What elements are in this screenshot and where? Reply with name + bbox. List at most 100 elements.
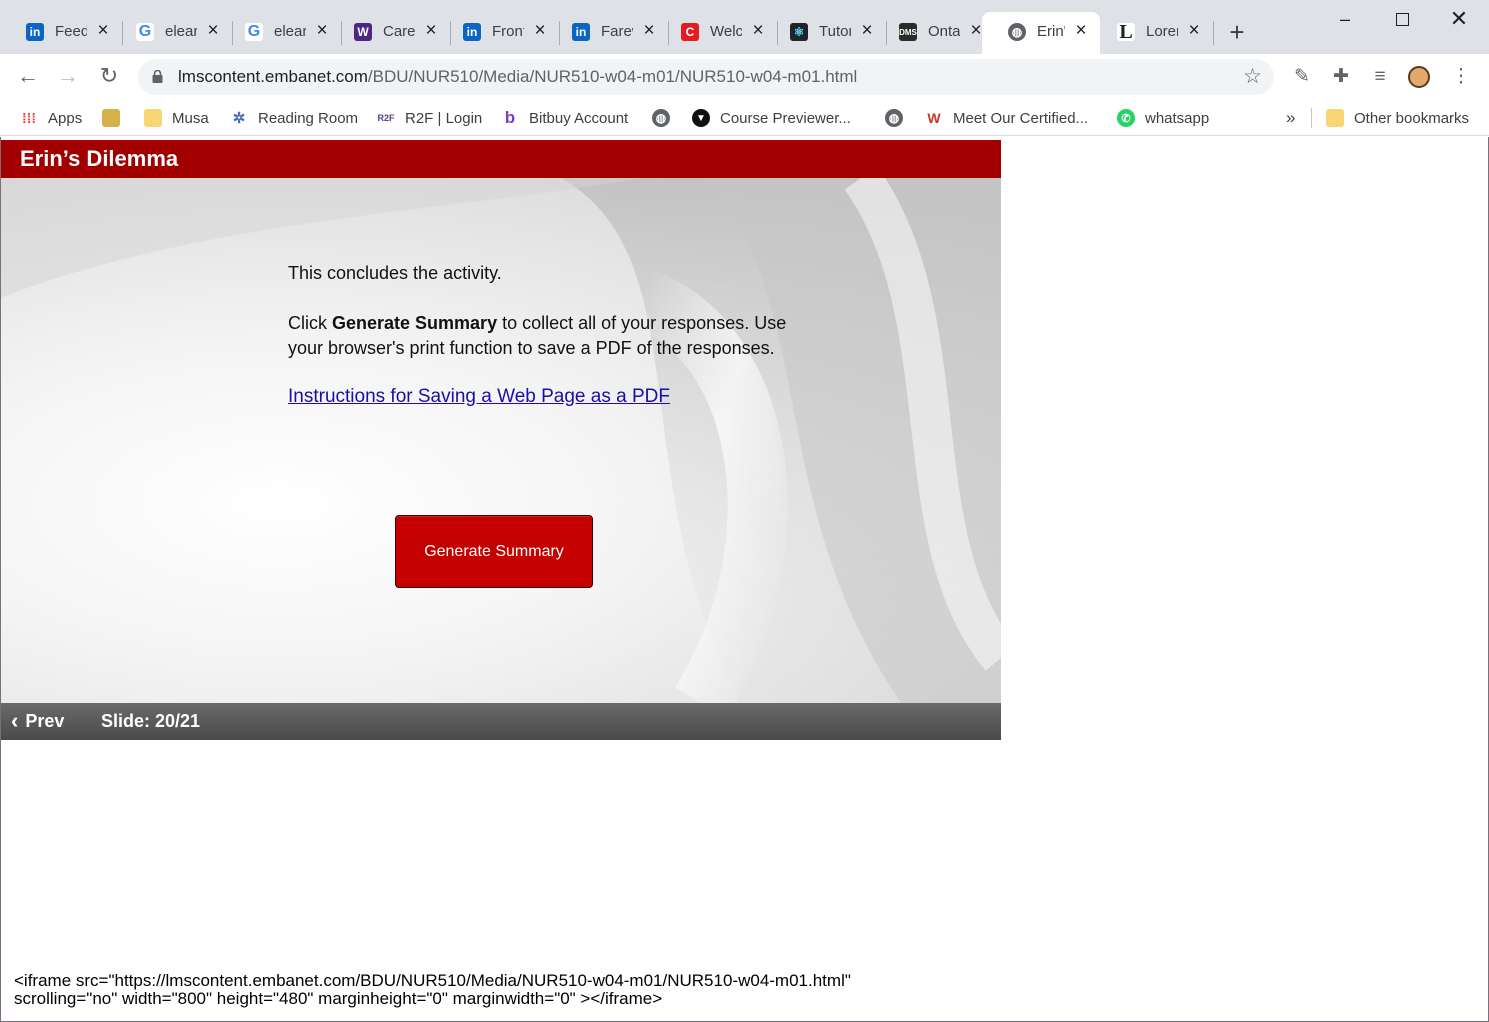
bookmark-label: Course Previewer... — [720, 109, 851, 127]
apps-grid-icon: ⁞⁞⁞ — [20, 109, 38, 127]
bookmark-label: Meet Our Certified... — [953, 109, 1089, 127]
bookmark-bitbuy[interactable]: b Bitbuy Account — [501, 107, 628, 129]
bookmark-meet-certified[interactable]: W Meet Our Certified... — [925, 107, 1088, 129]
tab-title: Lorem — [1146, 23, 1178, 40]
instructions-bold: Generate Summary — [332, 313, 498, 333]
toolbar: ← → ↻ lmscontent.embanet.com/BDU/NUR510/… — [0, 54, 1489, 100]
globe-icon: ◍ — [1008, 23, 1026, 41]
linkedin-icon: in — [463, 23, 481, 41]
bookmarks-overflow-icon[interactable]: » — [1286, 107, 1295, 129]
tab-title: Farewell — [601, 23, 633, 40]
l-logo-icon: L — [1117, 21, 1135, 43]
tab-title: elearning — [274, 23, 306, 40]
bookmark-whatsapp[interactable]: ✆ whatsapp — [1117, 107, 1209, 129]
tab-title: Careers — [383, 23, 415, 40]
tab-elearning[interactable]: G elearning × — [110, 12, 233, 54]
tab-title: Erin's Dilemma — [1037, 23, 1065, 40]
dms-icon: DMS — [899, 23, 917, 41]
r2f-icon: R2F — [377, 109, 395, 127]
google-icon: G — [245, 23, 263, 41]
previewer-icon: ▼ — [692, 109, 710, 127]
url-host: lmscontent.embanet.com — [178, 67, 368, 86]
forward-icon[interactable]: → — [55, 64, 81, 90]
bookmark-apps[interactable]: ⁞⁞⁞ Apps — [20, 107, 82, 129]
instructions-line2: your browser's print function to save a … — [288, 338, 775, 358]
back-icon[interactable]: ← — [15, 64, 41, 90]
bookmarks-divider — [1311, 108, 1312, 128]
react-icon: ⚛ — [790, 23, 808, 41]
tab-title: Ontario — [928, 23, 960, 40]
eyedropper-icon[interactable]: ✎ — [1289, 64, 1315, 90]
maximize-icon[interactable] — [1379, 8, 1425, 34]
avatar[interactable] — [1406, 64, 1432, 90]
embed-code-line: scrolling="no" width="800" height="480" … — [14, 989, 663, 1008]
tab-ontario[interactable]: DMS Ontario × — [873, 12, 996, 54]
slide-nav-bar: ‹ Prev Slide: 20/21 — [1, 703, 1001, 740]
address-bar[interactable]: lmscontent.embanet.com/BDU/NUR510/Media/… — [138, 59, 1274, 95]
page-content: Erin’s Dilemma This concludes the activi… — [0, 137, 1489, 1022]
reload-icon[interactable]: ↻ — [96, 64, 122, 90]
prev-label: Prev — [25, 710, 65, 731]
slide-counter: Slide: 20/21 — [101, 711, 201, 731]
course-frame: Erin’s Dilemma This concludes the activi… — [1, 140, 1001, 740]
tab-lorem[interactable]: L Lorem × — [1091, 12, 1214, 54]
globe-icon: ◍ — [885, 109, 903, 127]
extensions-icon[interactable]: ✚ — [1328, 64, 1354, 90]
reading-list-icon[interactable]: ≡ — [1367, 64, 1393, 90]
tab-front[interactable]: in Front × — [437, 12, 560, 54]
pdf-instructions-link[interactable]: Instructions for Saving a Web Page as a … — [288, 386, 670, 408]
bookmark-course-previewer[interactable]: ▼ Course Previewer... — [692, 107, 851, 129]
lock-icon — [152, 70, 163, 83]
bookmark-other[interactable]: Other bookmarks — [1326, 107, 1469, 129]
slide-stage: This concludes the activity. Click Gener… — [1, 178, 1001, 703]
bookmark-globe[interactable]: ◍ — [652, 107, 680, 129]
instructions-text: Click Generate Summary to collect all of… — [288, 311, 786, 361]
turtle-icon — [102, 109, 120, 127]
iframe-embed-code: <iframe src="https://lmscontent.embanet.… — [14, 972, 851, 1008]
generate-summary-button[interactable]: Generate Summary — [395, 515, 593, 588]
menu-icon[interactable]: ⋮ — [1448, 64, 1474, 90]
url-text[interactable]: lmscontent.embanet.com/BDU/NUR510/Media/… — [178, 67, 857, 87]
bookmarks-bar: ⁞⁞⁞ Apps Musa ✲ Reading Room R2F R2F | L… — [0, 100, 1489, 136]
bookmark-turtle[interactable] — [102, 107, 130, 129]
c-logo-icon: C — [681, 23, 699, 41]
folder-icon — [1326, 109, 1344, 127]
bookmark-label: Bitbuy Account — [529, 109, 629, 127]
bitbuy-icon: b — [501, 108, 519, 127]
url-path: /BDU/NUR510/Media/NUR510-w04-m01/NUR510-… — [367, 67, 858, 86]
instructions-post: to collect all of your responses. Use — [497, 313, 787, 333]
bookmark-r2f-login[interactable]: R2F R2F | Login — [377, 107, 482, 129]
tab-farewell[interactable]: in Farewell × — [546, 12, 669, 54]
tab-feed[interactable]: in Feed × — [0, 12, 123, 54]
tab-elearning-2[interactable]: G elearning × — [219, 12, 342, 54]
chevron-left-icon: ‹ — [11, 708, 19, 733]
close-icon[interactable]: × — [1072, 21, 1090, 40]
tab-tutorial[interactable]: ⚛ Tutorial × — [764, 12, 887, 54]
prev-button[interactable]: ‹ Prev — [11, 710, 64, 732]
bookmark-label: whatsapp — [1145, 109, 1210, 127]
western-crest-icon: W — [354, 23, 372, 41]
browser-window: in Feed × G elearning × G elearning × W … — [0, 0, 1489, 1022]
close-window-icon[interactable]: ✕ — [1436, 8, 1482, 34]
tab-welcome[interactable]: C Welcome × — [655, 12, 778, 54]
bookmark-label: Other bookmarks — [1354, 109, 1470, 127]
bookmark-globe-2[interactable]: ◍ — [885, 107, 913, 129]
tab-title: Tutorial — [819, 23, 851, 40]
background-swoosh — [1, 178, 1001, 703]
conclusion-text: This concludes the activity. — [288, 263, 502, 283]
tab-careers[interactable]: W Careers × — [328, 12, 451, 54]
star-icon[interactable]: ☆ — [1243, 64, 1262, 89]
tab-title: Front — [492, 23, 524, 40]
close-icon[interactable]: × — [1185, 21, 1203, 40]
linkedin-icon: in — [26, 23, 44, 41]
bookmark-reading-room[interactable]: ✲ Reading Room — [230, 107, 358, 129]
linkedin-icon: in — [572, 23, 590, 41]
tab-erins-dilemma[interactable]: ◍ Erin's Dilemma × — [982, 12, 1100, 54]
bookmark-musa[interactable]: Musa — [144, 107, 209, 129]
bookmark-label: Musa — [172, 109, 209, 127]
tab-title: elearning — [165, 23, 197, 40]
embed-code-line: <iframe src="https://lmscontent.embanet.… — [14, 971, 851, 990]
new-tab-icon[interactable]: + — [1224, 19, 1250, 46]
minimize-icon[interactable]: – — [1322, 8, 1368, 34]
tab-title: Welcome — [710, 23, 742, 40]
